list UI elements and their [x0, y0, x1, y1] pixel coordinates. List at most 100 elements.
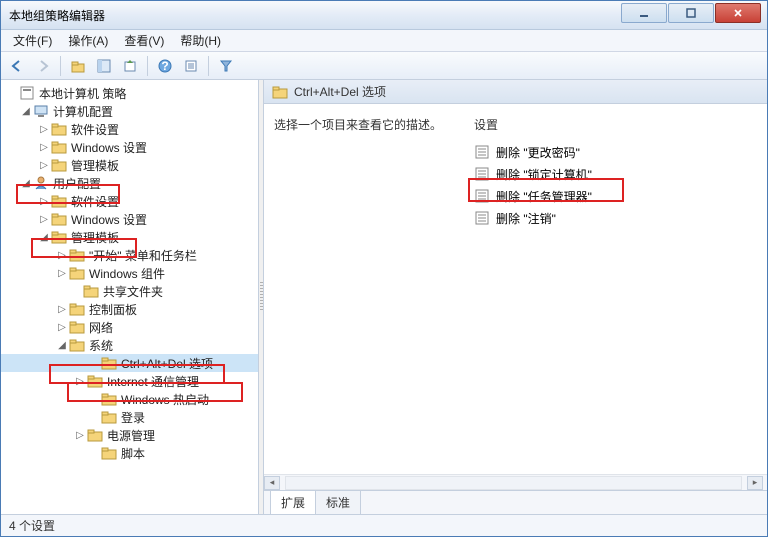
folder-icon	[87, 373, 103, 389]
user-icon	[33, 175, 49, 191]
folder-icon	[272, 84, 288, 100]
setting-item[interactable]: 删除 "任务管理器"	[474, 185, 757, 207]
expand-icon[interactable]: ▷	[73, 430, 87, 441]
folder-icon	[101, 445, 117, 461]
tree-cc-software[interactable]: ▷软件设置	[1, 120, 258, 138]
toolbar-divider	[60, 56, 61, 76]
expand-icon[interactable]: ▷	[55, 250, 69, 261]
tree-start-taskbar[interactable]: ▷"开始" 菜单和任务栏	[1, 246, 258, 264]
collapse-icon[interactable]: ◢	[19, 106, 33, 117]
expand-icon[interactable]: ▷	[37, 214, 51, 225]
tree-scripts[interactable]: 脚本	[1, 444, 258, 462]
help-button[interactable]: ?	[153, 54, 177, 78]
back-button[interactable]	[5, 54, 29, 78]
tree-power-mgmt[interactable]: ▷电源管理	[1, 426, 258, 444]
tree-control-panel[interactable]: ▷控制面板	[1, 300, 258, 318]
folder-icon	[69, 319, 85, 335]
collapse-icon[interactable]: ◢	[55, 340, 69, 351]
folder-icon	[69, 337, 85, 353]
menu-file[interactable]: 文件(F)	[5, 30, 60, 51]
scroll-right-button[interactable]: ▸	[747, 476, 763, 490]
settings-list[interactable]: 设置 删除 "更改密码" 删除 "锁定计算机" 删除 "任务管理器" 删除 "注…	[464, 116, 767, 474]
tree-internet-comm[interactable]: ▷Internet 通信管理	[1, 372, 258, 390]
maximize-button[interactable]	[668, 3, 714, 23]
minimize-button[interactable]	[621, 3, 667, 23]
tree-win-hotstart[interactable]: Windows 热启动	[1, 390, 258, 408]
right-panel-body: 选择一个项目来查看它的描述。 设置 删除 "更改密码" 删除 "锁定计算机" 删…	[264, 104, 767, 474]
description-pane: 选择一个项目来查看它的描述。	[264, 116, 464, 474]
collapse-icon[interactable]: ◢	[19, 178, 33, 189]
setting-item[interactable]: 删除 "更改密码"	[474, 141, 757, 163]
tree-shared-folders[interactable]: 共享文件夹	[1, 282, 258, 300]
folder-icon	[101, 409, 117, 425]
svg-text:?: ?	[161, 59, 168, 73]
expand-icon[interactable]: ▷	[55, 268, 69, 279]
menubar: 文件(F) 操作(A) 查看(V) 帮助(H)	[1, 30, 767, 52]
close-button[interactable]	[715, 3, 761, 23]
properties-button[interactable]	[179, 54, 203, 78]
folder-icon	[83, 283, 99, 299]
horizontal-scrollbar[interactable]: ◂ ▸	[264, 474, 767, 490]
menu-action[interactable]: 操作(A)	[60, 30, 116, 51]
tree-computer-config[interactable]: ◢ 计算机配置	[1, 102, 258, 120]
expand-icon[interactable]: ▷	[37, 124, 51, 135]
forward-button[interactable]	[31, 54, 55, 78]
folder-icon	[101, 355, 117, 371]
folder-icon	[51, 229, 67, 245]
tree-ctrl-alt-del[interactable]: Ctrl+Alt+Del 选项	[1, 354, 258, 372]
menu-view[interactable]: 查看(V)	[116, 30, 172, 51]
toolbar: ?	[1, 52, 767, 80]
tree-logon[interactable]: 登录	[1, 408, 258, 426]
computer-icon	[33, 103, 49, 119]
export-button[interactable]	[118, 54, 142, 78]
settings-header[interactable]: 设置	[474, 116, 757, 133]
tree-root[interactable]: 本地计算机 策略	[1, 84, 258, 102]
expand-icon[interactable]: ▷	[37, 196, 51, 207]
menu-help[interactable]: 帮助(H)	[172, 30, 229, 51]
right-panel: Ctrl+Alt+Del 选项 选择一个项目来查看它的描述。 设置 删除 "更改…	[264, 80, 767, 514]
app-window: 本地组策略编辑器 文件(F) 操作(A) 查看(V) 帮助(H) ? 本地计算机…	[0, 0, 768, 537]
tree-uc-admin[interactable]: ◢管理模板	[1, 228, 258, 246]
folder-icon	[51, 193, 67, 209]
setting-icon	[474, 188, 490, 204]
up-button[interactable]	[66, 54, 90, 78]
window-title: 本地组策略编辑器	[9, 7, 105, 24]
expand-icon[interactable]: ▷	[55, 304, 69, 315]
collapse-icon[interactable]: ◢	[37, 232, 51, 243]
folder-icon	[69, 301, 85, 317]
filter-button[interactable]	[214, 54, 238, 78]
statusbar: 4 个设置	[1, 514, 767, 536]
folder-icon	[101, 391, 117, 407]
setting-item[interactable]: 删除 "锁定计算机"	[474, 163, 757, 185]
expand-icon[interactable]: ▷	[37, 142, 51, 153]
tree-panel[interactable]: 本地计算机 策略 ◢ 计算机配置 ▷软件设置 ▷Windows 设置 ▷管理模板…	[1, 80, 259, 514]
setting-icon	[474, 210, 490, 226]
titlebar[interactable]: 本地组策略编辑器	[1, 1, 767, 30]
tab-standard[interactable]: 标准	[315, 490, 361, 514]
tree-uc-software[interactable]: ▷软件设置	[1, 192, 258, 210]
toolbar-divider	[208, 56, 209, 76]
folder-icon	[51, 157, 67, 173]
policy-icon	[19, 85, 35, 101]
right-panel-tabs: 扩展 标准	[264, 490, 767, 514]
expand-icon[interactable]: ▷	[73, 376, 87, 387]
setting-item[interactable]: 删除 "注销"	[474, 207, 757, 229]
expand-icon[interactable]: ▷	[55, 322, 69, 333]
show-hide-tree-button[interactable]	[92, 54, 116, 78]
expand-icon[interactable]: ▷	[37, 160, 51, 171]
tree-uc-windows[interactable]: ▷Windows 设置	[1, 210, 258, 228]
tree-cc-admin[interactable]: ▷管理模板	[1, 156, 258, 174]
folder-icon	[51, 139, 67, 155]
tree-system[interactable]: ◢系统	[1, 336, 258, 354]
scroll-track[interactable]	[285, 476, 742, 490]
status-text: 4 个设置	[9, 517, 55, 534]
description-text: 选择一个项目来查看它的描述。	[274, 116, 454, 133]
tree-cc-windows[interactable]: ▷Windows 设置	[1, 138, 258, 156]
tree-network[interactable]: ▷网络	[1, 318, 258, 336]
tree-win-components[interactable]: ▷Windows 组件	[1, 264, 258, 282]
tab-extended[interactable]: 扩展	[270, 490, 316, 514]
right-panel-title: Ctrl+Alt+Del 选项	[294, 83, 386, 100]
scroll-left-button[interactable]: ◂	[264, 476, 280, 490]
tree-user-config[interactable]: ◢ 用户配置	[1, 174, 258, 192]
toolbar-divider	[147, 56, 148, 76]
